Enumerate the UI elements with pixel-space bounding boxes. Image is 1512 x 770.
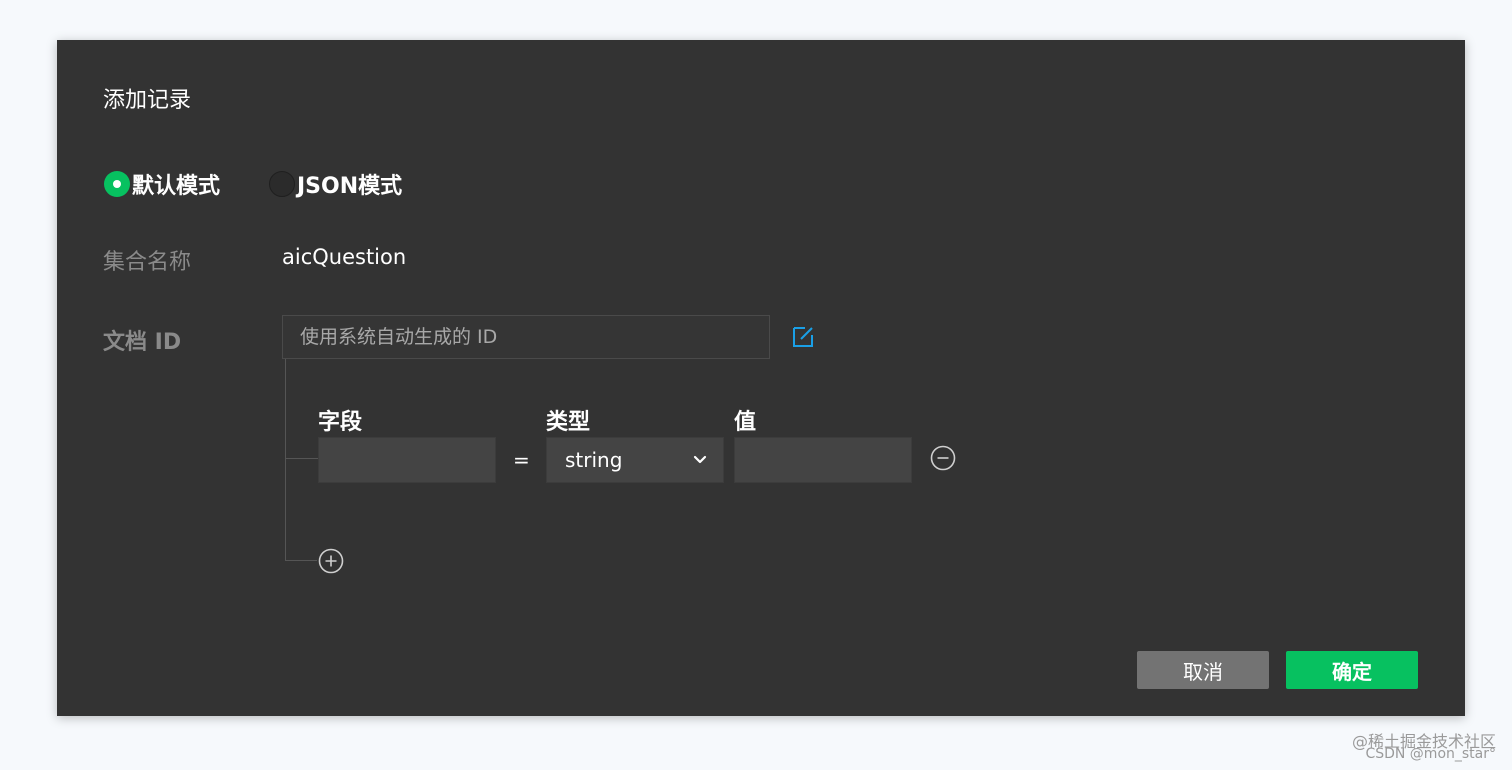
add-record-dialog: 添加记录 默认模式 JSON模式 集合名称 aicQuestion 文档 ID … [57,40,1465,716]
mode-default-label: 默认模式 [132,174,221,199]
minus-circle-icon[interactable] [930,445,956,471]
radio-selected-indicator [104,171,130,197]
collection-name-label: 集合名称 [103,250,192,275]
mode-default-radio[interactable]: 默认模式 [104,168,220,200]
doc-id-label: 文档 ID [103,330,182,355]
collection-name-value: aicQuestion [282,245,407,269]
confirm-button[interactable]: 确定 [1286,651,1418,689]
cancel-button[interactable]: 取消 [1137,651,1269,689]
doc-id-input[interactable] [282,315,770,359]
dialog-title: 添加记录 [103,88,192,113]
watermark-csdn: CSDN @mon_star° [1365,746,1496,762]
tree-line-branch [285,560,317,561]
plus-circle-icon[interactable] [318,548,344,574]
chevron-down-icon [693,455,707,464]
field-name-input[interactable] [318,437,496,483]
radio-unselected-indicator [269,171,295,197]
type-select[interactable]: string [546,437,724,483]
tree-line-vertical [285,359,286,561]
type-select-value: string [565,448,623,472]
field-value-input[interactable] [734,437,912,483]
value-column-header: 值 [734,410,757,435]
type-column-header: 类型 [546,410,591,435]
equals-sign: = [513,448,530,472]
edit-icon[interactable] [791,325,815,349]
field-column-header: 字段 [318,410,363,435]
mode-json-label: JSON模式 [297,174,403,199]
mode-json-radio[interactable]: JSON模式 [269,168,402,200]
tree-line-branch [285,458,318,459]
